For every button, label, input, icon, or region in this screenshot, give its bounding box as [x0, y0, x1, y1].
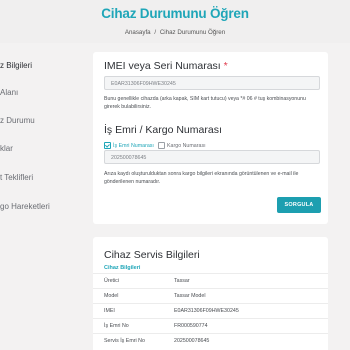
required-mark: * [223, 60, 228, 72]
info-label: Servis İş Emri No [104, 338, 145, 344]
page-title: Cihaz Durumunu Öğren [101, 6, 249, 21]
info-row-service-work-order: Servis İş Emri No 202500078645 [93, 333, 328, 348]
service-info-title: Cihaz Servis Bilgileri [104, 249, 200, 261]
info-row-imei: IMEI E0AR31306F09HWE30245 [93, 303, 328, 318]
sidebar-item-offers[interactable]: t Teklifleri [0, 173, 33, 182]
info-value: Tassar [174, 278, 190, 284]
breadcrumb-separator: / [154, 29, 157, 36]
imei-input[interactable]: E0AR31306F09HWE30245 [104, 76, 320, 90]
sidebar-item-device-info[interactable]: z Bilgileri [0, 61, 32, 70]
imei-section-title: IMEI veya Seri Numarası * [104, 60, 228, 72]
breadcrumb-current: Cihaz Durumunu Öğren [159, 29, 226, 36]
info-value: 202500078645 [174, 338, 210, 344]
breadcrumb-home-link[interactable]: Anasayfa [125, 29, 151, 36]
imei-help-text: Bunu genellikle cihazda (arka kapak, SIM… [104, 96, 306, 110]
radio-label: İş Emri Numarası [113, 142, 154, 149]
info-row-work-order: İş Emri No FR000590774 [93, 318, 328, 333]
info-value: E0AR31306F09HWE30245 [174, 308, 239, 314]
sidebar-item-device-status[interactable]: z Durumu [0, 116, 35, 125]
page-header: Cihaz Durumunu Öğren Anasayfa / Cihaz Du… [0, 0, 350, 43]
checkbox-empty-icon [158, 142, 165, 149]
imei-title-text: IMEI veya Seri Numarası [104, 60, 221, 72]
order-number-input[interactable]: 202500078645 [104, 150, 320, 164]
service-info-card: Cihaz Servis Bilgileri Cihaz Bilgileri Ü… [93, 237, 328, 350]
radio-cargo-number[interactable]: Kargo Numarası [158, 142, 206, 149]
checkbox-checked-icon [104, 142, 111, 149]
info-label: Üretici [104, 278, 120, 284]
query-button[interactable]: SORGULA [277, 197, 321, 213]
info-label: İş Emri No [104, 323, 129, 329]
order-section-title: İş Emri / Kargo Numarası [104, 124, 222, 136]
info-row-model: Model Tassar Model [93, 288, 328, 303]
info-label: Model [104, 293, 119, 299]
device-info-subtitle: Cihaz Bilgileri [104, 265, 141, 271]
sidebar-item-area[interactable]: Alanı [0, 88, 18, 97]
info-value: FR000590774 [174, 323, 208, 329]
radio-work-order-number[interactable]: İş Emri Numarası [104, 142, 154, 149]
order-help-text: Arıza kaydı oluşturulduktan sonra kargo … [104, 171, 299, 185]
info-row-manufacturer: Üretici Tassar [93, 273, 328, 288]
sidebar-item-items[interactable]: klar [0, 144, 13, 153]
query-form-card: IMEI veya Seri Numarası * E0AR31306F09HW… [93, 52, 328, 224]
info-label: IMEI [104, 308, 115, 314]
radio-label: Kargo Numarası [167, 142, 206, 149]
info-value: Tassar Model [174, 293, 206, 299]
breadcrumb: Anasayfa / Cihaz Durumunu Öğren [0, 29, 350, 36]
sidebar-item-cargo-movements[interactable]: go Hareketleri [0, 202, 50, 211]
